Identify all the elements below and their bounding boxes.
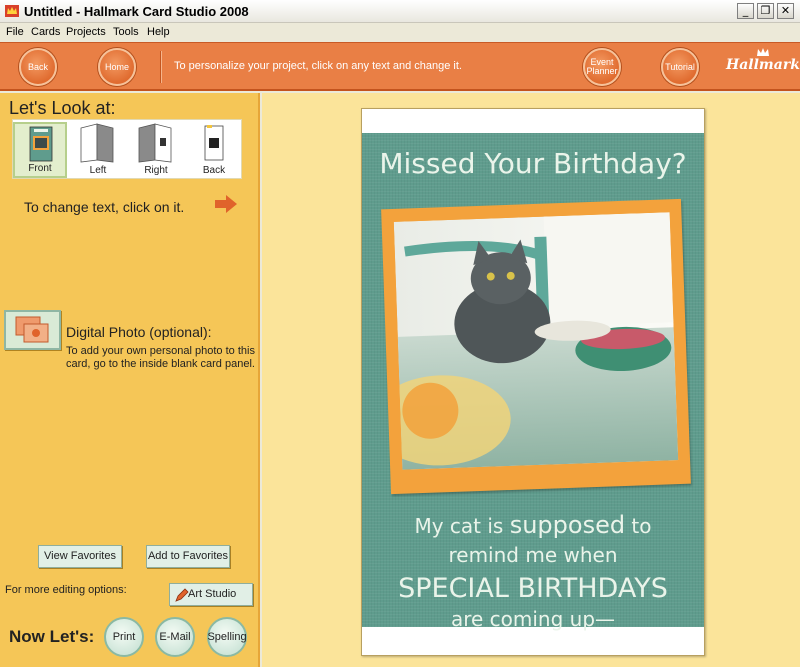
digital-photo-title: Digital Photo (optional): (66, 324, 212, 340)
hallmark-logo: Hallmark (726, 57, 800, 73)
home-button[interactable]: Home (98, 48, 136, 86)
tutorial-button[interactable]: Tutorial (661, 48, 699, 86)
menu-file[interactable]: File (6, 26, 24, 38)
menu-cards[interactable]: Cards (31, 26, 60, 38)
menu-help[interactable]: Help (147, 26, 170, 38)
card-front-icon (29, 126, 53, 162)
view-left-label: Left (89, 165, 107, 176)
card-back-icon (204, 125, 224, 161)
left-panel: Let's Look at: Front Left Right Back To … (0, 93, 260, 667)
now-lets-label: Now Let's: (9, 627, 95, 646)
toolbar-divider (160, 51, 162, 83)
toolbar-instructions: To personalize your project, click on an… (174, 60, 462, 72)
view-favorites-button[interactable]: View Favorites (38, 545, 122, 568)
cat-photo (393, 212, 679, 470)
pencil-icon (175, 588, 189, 602)
digital-photo-button[interactable] (4, 310, 61, 350)
view-back[interactable]: Back (187, 122, 241, 178)
add-to-favorites-button[interactable]: Add to Favorites (146, 545, 230, 568)
verse-line-1-start: My cat is (414, 514, 510, 538)
minimize-button[interactable]: _ (737, 3, 754, 19)
back-button[interactable]: Back (19, 48, 57, 86)
verse-line-1-emphasis: supposed (509, 511, 626, 539)
view-back-label: Back (202, 165, 226, 176)
more-options-label: For more editing options: (5, 584, 127, 596)
event-planner-button[interactable]: Event Planner (583, 48, 621, 86)
view-front-label: Front (28, 163, 52, 174)
card-verse-line-1[interactable]: My cat is supposed to (362, 511, 704, 539)
email-button[interactable]: E-Mail (155, 617, 195, 657)
restore-button[interactable]: ❐ (757, 3, 774, 19)
menu-projects[interactable]: Projects (66, 26, 106, 38)
menu-bar: File Cards Projects Tools Help (0, 23, 800, 42)
spelling-button[interactable]: Spelling (207, 617, 247, 657)
print-button[interactable]: Print (104, 617, 144, 657)
crown-icon (757, 48, 769, 56)
view-right[interactable]: Right (129, 122, 183, 178)
photo-icon (15, 316, 49, 343)
card-verse-line-4[interactable]: are coming up— (362, 607, 704, 631)
view-left[interactable]: Left (71, 122, 125, 178)
card-workspace: Missed Your Birthday? My cat is supposed… (262, 93, 800, 667)
hallmark-crown-icon (5, 5, 19, 17)
card-preview: Missed Your Birthday? My cat is supposed… (361, 108, 705, 656)
card-verse-line-3[interactable]: SPECIAL BIRTHDAYS (362, 573, 704, 604)
title-bar: Untitled - Hallmark Card Studio 2008 _ ❐… (0, 0, 800, 23)
view-thumbnails: Front Left Right Back (12, 119, 242, 179)
close-button[interactable]: ✕ (777, 3, 794, 19)
card-headline[interactable]: Missed Your Birthday? (362, 147, 704, 180)
view-right-label: Right (144, 165, 168, 176)
verse-line-1-end: to (625, 514, 652, 538)
art-studio-label: Art Studio (188, 588, 237, 600)
cat-at-table-illustration (393, 212, 679, 470)
art-studio-button[interactable]: Art Studio (169, 583, 253, 606)
card-left-icon (80, 123, 114, 163)
arrow-right-icon (215, 195, 237, 213)
menu-tools[interactable]: Tools (113, 26, 139, 38)
window-title: Untitled - Hallmark Card Studio 2008 (24, 4, 249, 19)
view-front[interactable]: Front (13, 122, 67, 178)
change-text-hint: To change text, click on it. (24, 199, 185, 215)
look-at-heading: Let's Look at: (9, 98, 116, 118)
card-verse-line-2[interactable]: remind me when (362, 543, 704, 567)
toolbar: Back Home To personalize your project, c… (0, 42, 800, 91)
card-front-face: Missed Your Birthday? My cat is supposed… (362, 133, 704, 631)
card-right-icon (138, 123, 172, 163)
digital-photo-description: To add your own personal photo to this c… (66, 345, 255, 370)
